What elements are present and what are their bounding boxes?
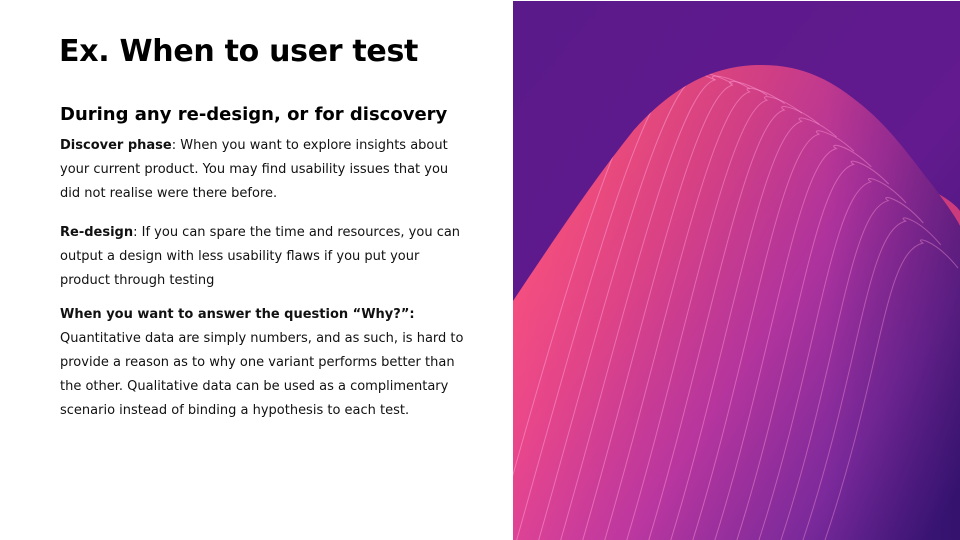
paragraph-lead: Re-design bbox=[60, 225, 134, 240]
paragraph-why-question: When you want to answer the question “Wh… bbox=[60, 303, 470, 423]
section-heading: During any re-design, or for discovery bbox=[60, 104, 448, 125]
paragraph-text: Quantitative data are simply numbers, an… bbox=[60, 331, 464, 418]
paragraph-separator: : bbox=[171, 138, 181, 153]
wave-art-svg bbox=[513, 1, 960, 540]
text-panel: Ex. When to user test During any re-desi… bbox=[0, 0, 513, 540]
paragraph-lead: Discover phase bbox=[60, 138, 172, 153]
paragraph-separator: : bbox=[133, 225, 142, 240]
paragraph-lead: When you want to answer the question “Wh… bbox=[60, 307, 415, 322]
abstract-wave-image bbox=[513, 1, 960, 540]
slide-title: Ex. When to user test bbox=[59, 34, 419, 69]
paragraph-redesign: Re-design: If you can spare the time and… bbox=[60, 221, 470, 293]
paragraph-discover-phase: Discover phase: When you want to explore… bbox=[60, 134, 470, 206]
slide: Ex. When to user test During any re-desi… bbox=[0, 0, 960, 540]
